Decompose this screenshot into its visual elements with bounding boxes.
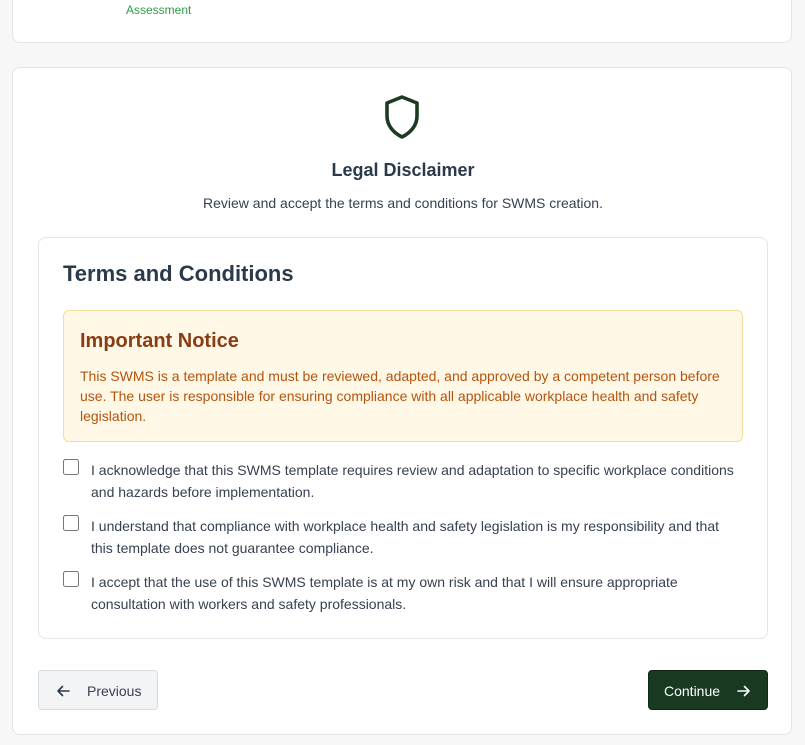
disclaimer-card: Legal Disclaimer Review and accept the t…: [12, 67, 792, 735]
notice-body: This SWMS is a template and must be revi…: [80, 368, 720, 424]
compliance-checkbox[interactable]: [63, 515, 79, 531]
continue-label: Continue: [664, 683, 721, 699]
arrow-right-icon: [737, 685, 750, 697]
step-label: Assessment: [126, 3, 192, 17]
notice-title: Important Notice: [80, 330, 239, 352]
previous-label: Previous: [87, 683, 142, 699]
arrow-left-icon: [57, 685, 70, 697]
compliance-label[interactable]: I understand that compliance with workpl…: [91, 515, 741, 559]
page-title: Legal Disclaimer: [331, 160, 475, 180]
continue-button[interactable]: Continue: [648, 670, 768, 710]
shield-icon: [385, 95, 419, 139]
terms-title: Terms and Conditions: [63, 261, 294, 286]
acknowledge-label[interactable]: I acknowledge that this SWMS template re…: [91, 459, 741, 503]
risk-label[interactable]: I accept that the use of this SWMS templ…: [91, 571, 741, 615]
risk-checkbox[interactable]: [63, 571, 79, 587]
terms-card: Terms and Conditions Important Notice Th…: [38, 237, 768, 639]
previous-step-card: Assessment: [12, 0, 792, 43]
previous-button[interactable]: Previous: [38, 670, 158, 710]
acknowledge-checkbox[interactable]: [63, 459, 79, 475]
page-subtitle: Review and accept the terms and conditio…: [203, 195, 603, 211]
important-notice: Important Notice This SWMS is a template…: [63, 310, 743, 442]
